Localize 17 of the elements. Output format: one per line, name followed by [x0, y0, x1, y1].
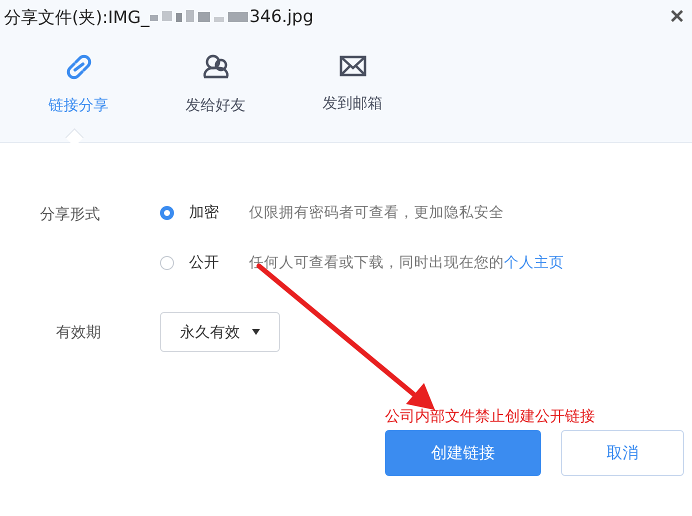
radio-button[interactable] [160, 256, 174, 270]
tab[interactable]: 发给好友 [147, 54, 284, 142]
validity-dropdown[interactable]: 永久有效 [160, 312, 280, 352]
radio-button[interactable] [160, 206, 174, 220]
field-label: 分享形式 [40, 204, 101, 225]
tab[interactable]: 发到邮箱 [284, 54, 421, 142]
option-label[interactable]: 加密 [189, 203, 249, 222]
envelope-icon [338, 54, 366, 78]
field-label: 有效期 [55, 322, 102, 343]
close-button[interactable]: × [666, 3, 688, 31]
option-label[interactable]: 公开 [189, 253, 249, 272]
warning-notice: 公司内部文件禁止创建公开链接 [385, 406, 596, 427]
window-title: 分享文件(夹):IMG_ [4, 6, 150, 28]
people-icon [202, 54, 230, 80]
window-title-suffix: 346.jpg [249, 7, 314, 27]
option-description: 仅限拥有密码者可查看，更加隐私安全 [249, 204, 504, 222]
caret-icon [252, 329, 260, 335]
